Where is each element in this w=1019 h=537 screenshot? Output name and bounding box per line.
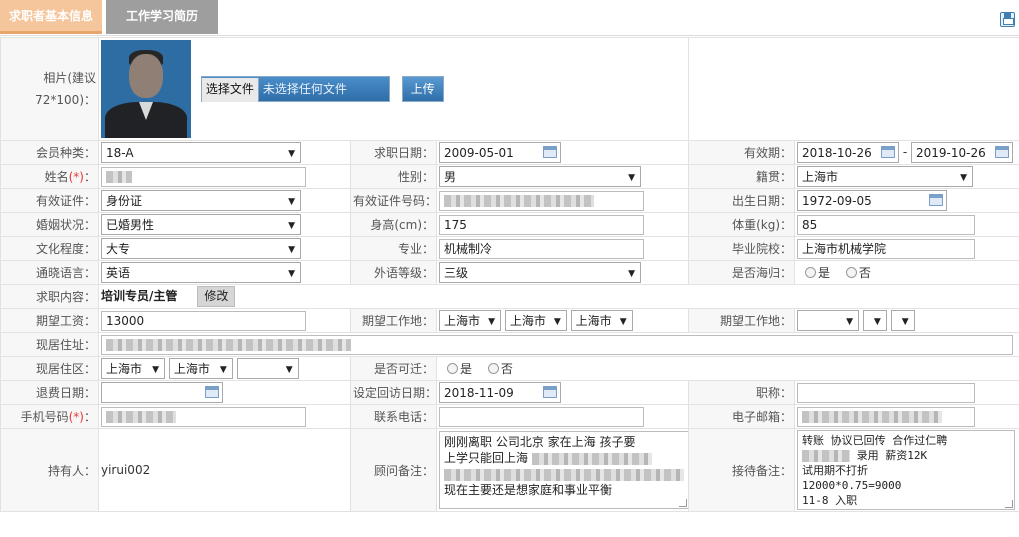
marital-label: 婚姻状况： (0, 212, 99, 237)
residence-district-select[interactable]: ▼ (236, 358, 299, 379)
tab-bar: 求职者基本信息 工作学习简历 (0, 0, 1019, 36)
title-input[interactable] (797, 382, 976, 403)
relocate-no-radio[interactable] (487, 363, 499, 374)
mobile-input[interactable] (101, 406, 306, 427)
gender-label: 性别： (350, 164, 437, 189)
validity-separator: - (902, 145, 908, 159)
calendar-icon (881, 146, 896, 158)
weight-input[interactable]: 85 (797, 214, 976, 235)
major-input[interactable]: 机械制冷 (439, 238, 644, 259)
work-place-label: 期望工作地： (350, 308, 437, 333)
validity-from-input[interactable]: 2018-10-26 (797, 142, 900, 163)
salary-label: 期望工资： (0, 308, 99, 333)
phone-input[interactable] (439, 406, 644, 427)
id-type-select[interactable]: 身份证 ▼ (101, 190, 301, 211)
choose-file-button[interactable]: 选择文件 (201, 78, 259, 102)
relocate-label: 是否可迁： (350, 356, 437, 381)
photo-label: 相片(建议72*100)： (0, 37, 99, 141)
work-place2-label: 期望工作地： (688, 308, 796, 333)
work-city-select[interactable]: 上海市 ▼ (504, 310, 567, 331)
visit-date-label: 设定回访日期： (350, 380, 437, 405)
address-label: 现居住址： (0, 332, 99, 357)
salary-input[interactable]: 13000 (101, 310, 306, 331)
calendar-icon (995, 146, 1010, 158)
residence-province-select[interactable]: 上海市 ▼ (101, 358, 165, 379)
consultant-note-textarea[interactable]: 刚刚离职 公司北京 家在上海 孩子要 上学只能回上海 现在主要还是想家庭和事业平… (439, 431, 688, 509)
weight-label: 体重(kg)： (688, 212, 796, 237)
visit-date-input[interactable]: 2018-11-09 (439, 382, 561, 403)
work-district-select[interactable]: 上海市 ▼ (570, 310, 633, 331)
work2-province-select[interactable]: ▼ (797, 310, 860, 331)
name-label: 姓名(*)： (0, 164, 99, 189)
tab-basic-info[interactable]: 求职者基本信息 (0, 0, 102, 34)
holder-value: yirui002 (98, 428, 351, 512)
overseas-no-radio[interactable] (845, 267, 857, 278)
education-label: 文化程度： (0, 236, 99, 261)
education-select[interactable]: 大专 ▼ (101, 238, 301, 259)
job-content-value: 培训专员/主管 (101, 289, 178, 303)
tab-resume[interactable]: 工作学习简历 (106, 0, 218, 34)
id-type-label: 有效证件： (0, 188, 99, 213)
school-input[interactable]: 上海市机械学院 (797, 238, 976, 259)
birth-date-input[interactable]: 1972-09-05 (797, 190, 948, 211)
address-input[interactable] (101, 334, 1013, 355)
marital-select[interactable]: 已婚男性 ▼ (101, 214, 301, 235)
validity-to-input[interactable]: 2019-10-26 (911, 142, 1014, 163)
applicant-form: 相片(建议72*100)： 选择文件 未选择任何文件 上传 会员种类： 18-A ▼… (0, 37, 1019, 512)
validity-label: 有效期： (688, 140, 796, 165)
gender-select[interactable]: 男 ▼ (439, 166, 641, 187)
id-number-input[interactable] (439, 190, 644, 211)
work-province-select[interactable]: 上海市 ▼ (439, 310, 501, 331)
relocate-yes-radio[interactable] (447, 363, 458, 374)
id-number-label: 有效证件号码： (350, 188, 437, 213)
height-label: 身高(cm)： (350, 212, 437, 237)
lang-level-label: 外语等级： (350, 260, 437, 285)
holder-label: 持有人： (0, 428, 99, 512)
member-type-label: 会员种类： (0, 140, 99, 165)
job-content-label: 求职内容： (0, 284, 99, 309)
work2-city-select[interactable]: ▼ (862, 310, 887, 331)
resize-handle-icon (1005, 500, 1014, 508)
overseas-yes-radio[interactable] (805, 267, 817, 278)
phone-label: 联系电话： (350, 404, 437, 429)
retire-date-label: 退费日期： (0, 380, 99, 405)
reception-note-label: 接待备注： (688, 428, 796, 512)
reception-note-textarea[interactable]: 转账 协议已回传 合作过仁聘 录用 薪资12K 试用期不打折 12000*0.7… (797, 430, 1016, 510)
file-picker[interactable]: 选择文件 未选择任何文件 (200, 76, 390, 102)
birth-date-label: 出生日期： (688, 188, 796, 213)
job-date-input[interactable]: 2009-05-01 (439, 142, 561, 163)
calendar-icon (543, 146, 557, 158)
file-status: 未选择任何文件 (262, 82, 347, 96)
calendar-icon (929, 194, 944, 206)
upload-button[interactable]: 上传 (401, 76, 444, 102)
school-label: 毕业院校： (688, 236, 796, 261)
photo-right-blank (688, 37, 1019, 141)
consultant-note-label: 顾问备注： (350, 428, 437, 512)
work2-district-select[interactable]: ▼ (890, 310, 915, 331)
height-input[interactable]: 175 (439, 214, 644, 235)
language-label: 通晓语言： (0, 260, 99, 285)
title-label: 职称： (688, 380, 796, 405)
native-select[interactable]: 上海市 ▼ (797, 166, 974, 187)
avatar (101, 40, 191, 138)
resize-handle-icon (679, 499, 687, 507)
calendar-icon (543, 386, 557, 398)
native-label: 籍贯： (688, 164, 796, 189)
job-date-label: 求职日期： (350, 140, 437, 165)
name-input[interactable] (101, 166, 306, 187)
mobile-label: 手机号码(*)： (0, 404, 99, 429)
language-select[interactable]: 英语 ▼ (101, 262, 301, 283)
residence-label: 现居住区： (0, 356, 99, 381)
retire-date-input[interactable] (101, 382, 223, 403)
overseas-label: 是否海归： (688, 260, 796, 285)
calendar-icon (205, 386, 219, 398)
residence-city-select[interactable]: 上海市 ▼ (168, 358, 233, 379)
email-label: 电子邮箱： (688, 404, 796, 429)
email-input[interactable] (797, 406, 976, 427)
member-type-select[interactable]: 18-A ▼ (101, 142, 301, 163)
save-icon[interactable] (1000, 12, 1015, 27)
major-label: 专业： (350, 236, 437, 261)
lang-level-select[interactable]: 三级 ▼ (439, 262, 641, 283)
edit-job-content-button[interactable]: 修改 (197, 286, 236, 307)
